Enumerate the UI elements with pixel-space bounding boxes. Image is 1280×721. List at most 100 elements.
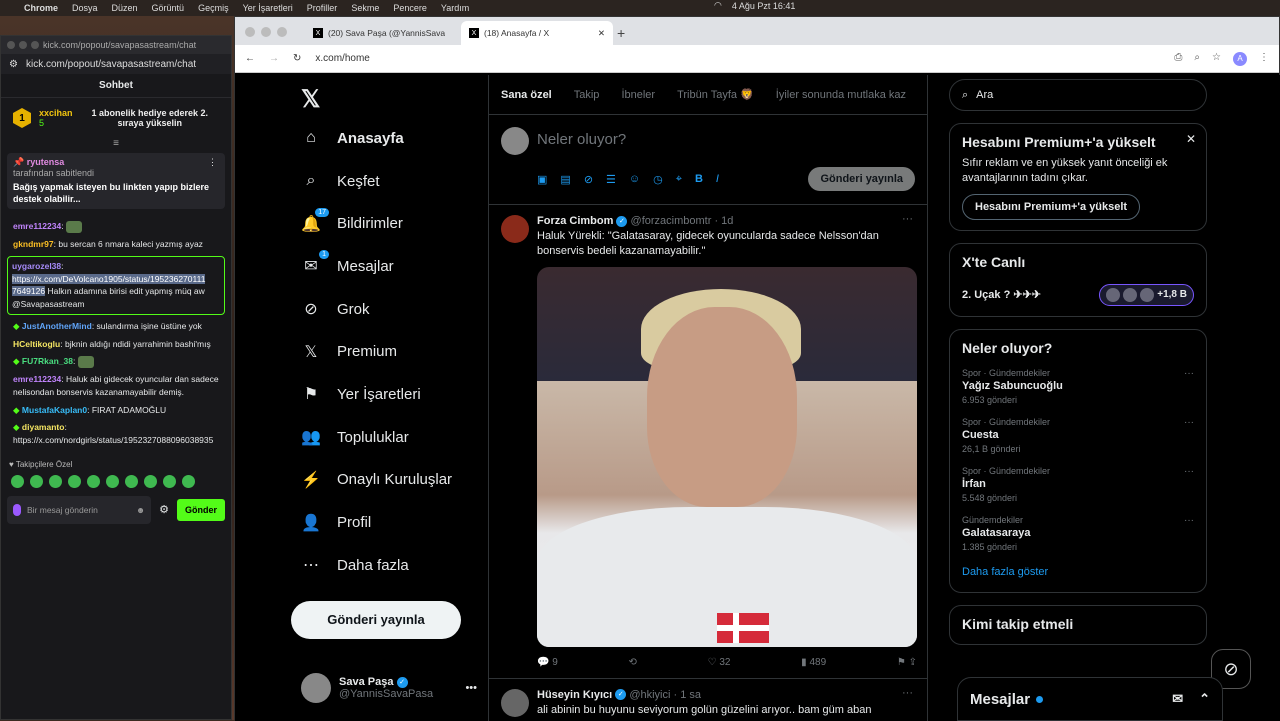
close-icon[interactable]: ✕	[1186, 132, 1196, 146]
back-icon[interactable]: ←	[245, 53, 255, 64]
location-icon[interactable]: ⌖	[676, 173, 682, 186]
bold-icon[interactable]: B	[695, 173, 703, 186]
chat-username[interactable]: emre112234	[13, 221, 61, 231]
nav-profile[interactable]: 👤 Profil	[291, 501, 487, 544]
nav-bookmarks[interactable]: ⚑ Yer İşaretleri	[291, 373, 487, 416]
more-icon[interactable]: ⋮	[208, 157, 217, 168]
retweet-icon[interactable]: ⟲	[629, 657, 637, 668]
settings-icon[interactable]: ⚙	[159, 503, 169, 516]
messages-drawer[interactable]: Mesajlar ✉ ⌃	[957, 677, 1223, 721]
reload-icon[interactable]: ↻	[293, 53, 301, 64]
emote-icon[interactable]	[87, 474, 100, 488]
avatar[interactable]	[501, 215, 529, 243]
nav-communities[interactable]: 👥 Topluluklar	[291, 416, 487, 459]
nav-grok[interactable]: ⊘ Grok	[291, 288, 487, 331]
tweet[interactable]: Hüseyin Kıyıcı ✓ @hkiyici · 1 sa ··· ali …	[489, 679, 927, 721]
chat-input[interactable]: Bir mesaj gönderin ☻	[7, 495, 152, 524]
emote-icon[interactable]	[106, 474, 119, 488]
bookmark-share-icons[interactable]: ⚑ ⇪	[897, 657, 917, 668]
tweet-author[interactable]: Hüseyin Kıyıcı	[537, 689, 612, 701]
tweet-time[interactable]: · 1d	[714, 215, 733, 227]
views-button[interactable]: ▮ 489	[801, 657, 826, 668]
menu-sekme[interactable]: Sekme	[351, 3, 379, 13]
more-icon[interactable]: ···	[902, 213, 913, 225]
nav-verified-orgs[interactable]: ⚡ Onaylı Kuruluşlar	[291, 459, 487, 502]
chat-link[interactable]: https://x.com/nordgirls/status/195232708…	[13, 435, 213, 445]
emote-icon[interactable]	[49, 474, 62, 488]
chat-username[interactable]: diyamanto	[22, 422, 65, 432]
premium-button[interactable]: Hesabını Premium+'a yükselt	[962, 193, 1141, 220]
chat-username[interactable]: uygarozel38	[12, 261, 61, 271]
expand-icon[interactable]: ⌃	[1199, 691, 1210, 707]
trend-item[interactable]: Spor · Gündemdekiler Yağız Sabuncuoğlu 6.9…	[962, 368, 1194, 405]
menu-profiller[interactable]: Profiller	[307, 3, 338, 13]
italic-icon[interactable]: I	[716, 173, 719, 186]
tab-list[interactable]: İbneler	[621, 89, 655, 101]
emoji-icon[interactable]: ☺	[629, 173, 640, 186]
profile-avatar[interactable]: A	[1233, 51, 1247, 66]
nav-home[interactable]: ⌂ Anasayfa	[291, 117, 487, 160]
chat-username[interactable]: gkndmr97	[13, 239, 54, 249]
tweet-handle[interactable]: @forzacimbomtr	[631, 215, 712, 227]
nav-notifications[interactable]: 🔔 17 Bildirimler	[291, 202, 487, 245]
trend-item[interactable]: Gündemdekiler Galatasaraya 1.385 gönderi ··…	[962, 515, 1194, 552]
post-button[interactable]: Gönderi yayınla	[291, 600, 461, 639]
image-icon[interactable]: ▣	[537, 173, 547, 186]
like-button[interactable]: ♡ 32	[708, 657, 731, 668]
tweet-author[interactable]: Forza Cimbom	[537, 215, 613, 227]
zoom-icon[interactable]: ⌕	[1194, 52, 1200, 66]
menu-app-name[interactable]: Chrome	[24, 3, 58, 13]
trend-item[interactable]: Spor · Gündemdekiler Cuesta 26,1 B gönderi…	[962, 417, 1194, 454]
new-tab-icon[interactable]: +	[617, 25, 625, 45]
chat-username[interactable]: HCeltikoglu	[13, 339, 60, 349]
trend-item[interactable]: Spor · Gündemdekiler İrfan 5.548 gönderi ··…	[962, 466, 1194, 503]
new-message-icon[interactable]: ✉	[1172, 691, 1183, 707]
more-icon[interactable]: ···	[902, 687, 913, 699]
emoji-icon[interactable]: ☻	[136, 505, 145, 515]
close-window-dot[interactable]	[7, 41, 15, 49]
emote-icon[interactable]	[144, 474, 157, 488]
menu-pencere[interactable]: Pencere	[393, 3, 427, 13]
tweet-photo[interactable]	[537, 266, 917, 647]
chat-username[interactable]: MustafaKaplan0	[22, 405, 87, 415]
nav-more[interactable]: ⋯ Daha fazla	[291, 544, 487, 587]
wifi-icon[interactable]: ◠	[714, 0, 722, 11]
chat-username[interactable]: FU7Rkan_38	[22, 356, 73, 366]
chat-username[interactable]: emre112234	[13, 374, 61, 384]
gif-icon[interactable]: ▤	[560, 173, 570, 186]
compose-post-button[interactable]: Gönderi yayınla	[808, 167, 915, 191]
more-icon[interactable]: ···	[1184, 515, 1194, 526]
chat-username[interactable]: JustAnotherMind	[22, 321, 92, 331]
gift-leaderboard[interactable]: 1 xxcihan 5 1 abonelik hediye ederek 2. …	[1, 98, 231, 138]
emote-icon[interactable]	[163, 474, 176, 488]
close-tab-icon[interactable]: ✕	[598, 28, 605, 39]
live-item[interactable]: 2. Uçak ? ✈✈✈ +1,8 B	[962, 283, 1194, 306]
forward-icon[interactable]: →	[269, 53, 279, 64]
pinned-message[interactable]: 📌 ryutensa ⋮ tarafından sabitlendi Bağış …	[7, 153, 225, 210]
show-more-link[interactable]: Daha fazla göster	[962, 566, 1194, 578]
tweet-time[interactable]: · 1 sa	[674, 689, 702, 701]
mic-icon[interactable]	[13, 503, 21, 516]
tab-list[interactable]: Tribün Tayfa 🦁	[677, 88, 754, 101]
send-button[interactable]: Gönder	[176, 498, 225, 521]
avatar[interactable]	[501, 688, 529, 717]
clock[interactable]: 4 Ağu Pzt 16:41	[732, 1, 796, 11]
browser-tab-active[interactable]: X (18) Anasayfa / X ✕	[461, 21, 613, 45]
menu-gecmis[interactable]: Geçmiş	[198, 3, 229, 13]
collapse-icon[interactable]: ≡	[1, 138, 231, 149]
menu-yer-isaretleri[interactable]: Yer İşaretleri	[243, 3, 293, 13]
emote-icon[interactable]	[125, 474, 138, 488]
tab-list[interactable]: İyiler sonunda mutlaka kaz	[776, 89, 906, 101]
browser-tab[interactable]: X (20) Sava Paşa (@YannisSava	[305, 21, 457, 45]
x-logo-icon[interactable]: 𝕏	[301, 85, 487, 117]
more-icon[interactable]: ···	[1184, 368, 1194, 379]
tweet[interactable]: Forza Cimbom ✓ @forzacimbomtr · 1d ··· Ha…	[489, 205, 927, 679]
emote-icon[interactable]	[11, 474, 24, 488]
install-icon[interactable]: ⎙	[1174, 52, 1182, 66]
chat-address-bar[interactable]: ⚙ kick.com/popout/savapasastream/chat	[1, 54, 231, 74]
account-switcher[interactable]: Sava Paşa ✓ @YannisSavaPasa •••	[301, 673, 477, 703]
nav-premium[interactable]: 𝕏 Premium	[291, 330, 487, 373]
tune-icon[interactable]: ⚙	[9, 59, 18, 70]
reply-button[interactable]: 💬 9	[537, 657, 558, 668]
menu-yardim[interactable]: Yardım	[441, 3, 469, 13]
